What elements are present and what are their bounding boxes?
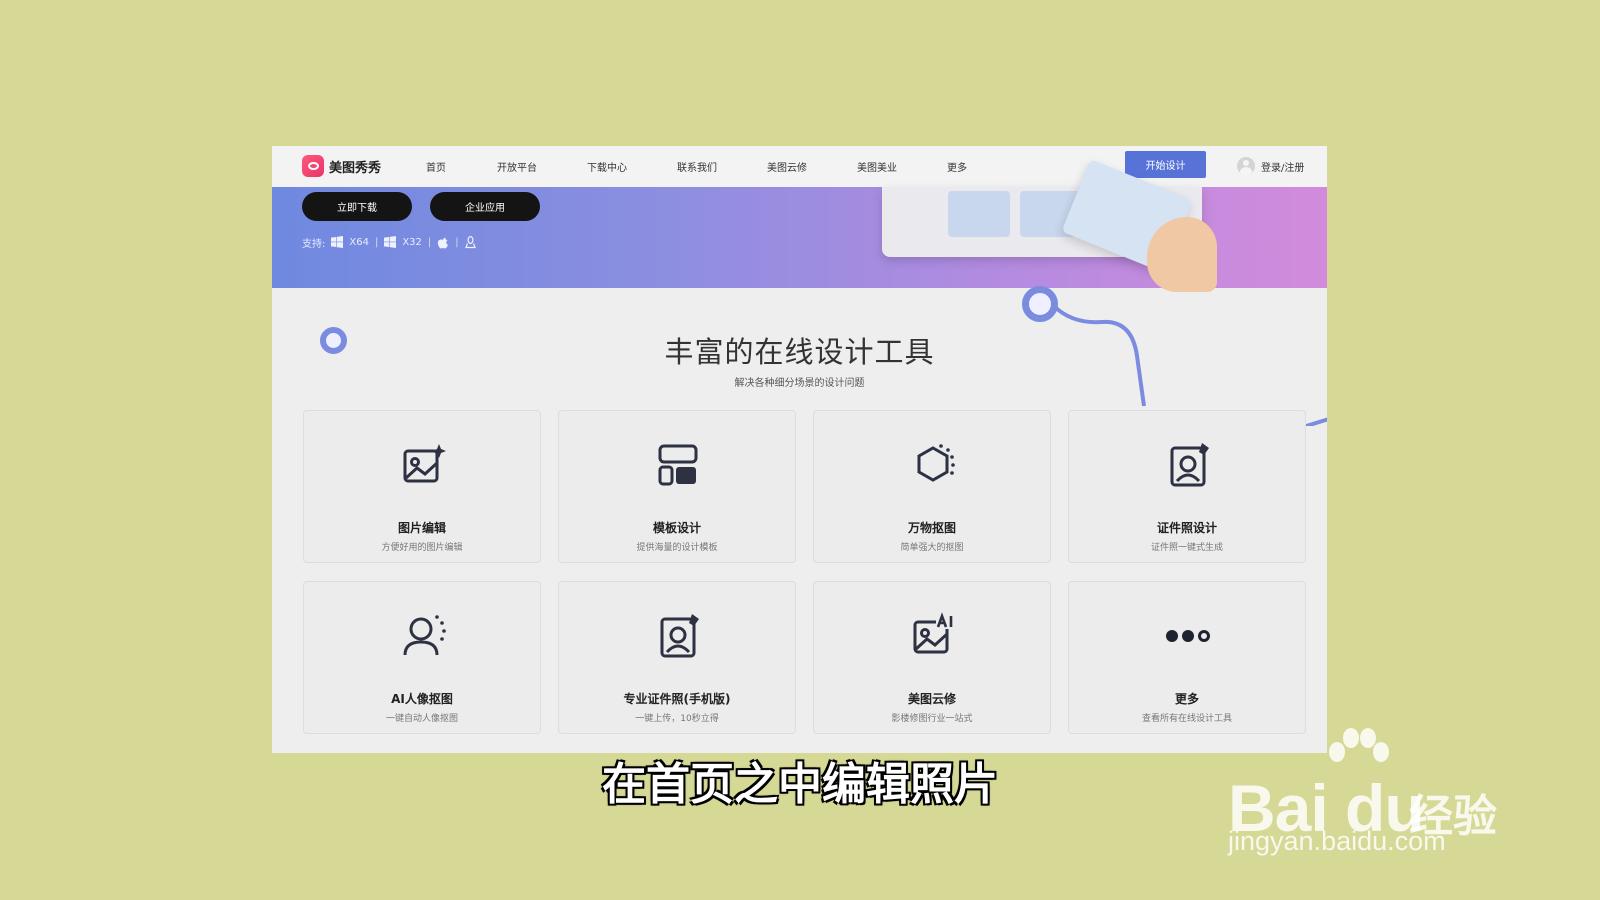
apple-icon	[438, 237, 449, 248]
card-desc: 一键自动人像抠图	[385, 714, 458, 724]
top-nav: 美图秀秀 首页 开放平台 下载中心 联系我们 美图云修 美图美业 更多 开始设计…	[272, 146, 1327, 188]
tool-card-cutout[interactable]: 万物抠图 简单强大的抠图	[813, 410, 1051, 563]
image-edit-icon	[403, 444, 446, 483]
meitu-logo-icon	[302, 155, 324, 177]
nav-menu: 首页 开放平台 下载中心 联系我们 美图云修 美图美业 更多	[426, 146, 987, 187]
card-title: 证件照设计	[1156, 521, 1217, 535]
card-title: 专业证件照(手机版)	[623, 692, 731, 706]
logo-text: 美图秀秀	[329, 160, 382, 176]
tool-card-ai-portrait[interactable]: AI人像抠图 一键自动人像抠图	[303, 581, 541, 734]
nav-item-contact[interactable]: 联系我们	[677, 159, 767, 174]
ai-image-icon	[913, 612, 956, 654]
hand-illustration	[1147, 217, 1217, 292]
avatar-icon	[1237, 157, 1255, 175]
separator: |	[374, 236, 379, 248]
nav-item-download-center[interactable]: 下载中心	[587, 159, 677, 174]
tool-card-template[interactable]: 模板设计 提供海量的设计模板	[558, 410, 796, 563]
cutout-icon	[917, 444, 955, 482]
more-icon	[1166, 630, 1210, 642]
start-design-button[interactable]: 开始设计	[1125, 151, 1206, 178]
tool-card-image-edit[interactable]: 图片编辑 方便好用的图片编辑	[303, 410, 541, 563]
card-title: 模板设计	[652, 521, 701, 535]
section-subtitle: 解决各种细分场景的设计问题	[734, 378, 865, 389]
login-link[interactable]: 登录/注册	[1237, 155, 1304, 177]
card-title: 万物抠图	[907, 521, 956, 535]
card-desc: 提供海量的设计模板	[636, 543, 718, 553]
windows-icon	[384, 236, 397, 248]
nav-item-open-platform[interactable]: 开放平台	[497, 159, 587, 174]
card-desc: 查看所有在线设计工具	[1141, 714, 1232, 724]
tool-card-more[interactable]: 更多 查看所有在线设计工具	[1068, 581, 1306, 734]
card-desc: 一键上传，10秒立得	[635, 714, 719, 724]
card-title: 更多	[1174, 692, 1199, 706]
card-desc: 方便好用的图片编辑	[381, 543, 463, 553]
enterprise-button[interactable]: 企业应用	[430, 192, 540, 221]
portrait-cutout-icon	[403, 615, 446, 656]
browser-screen: 美图秀秀 首页 开放平台 下载中心 联系我们 美图云修 美图美业 更多 开始设计…	[272, 146, 1327, 753]
tool-card-pro-id-photo[interactable]: 专业证件照(手机版) 一键上传，10秒立得	[558, 581, 796, 734]
support-label: 支持:	[302, 238, 326, 250]
card-title: AI人像抠图	[391, 692, 453, 706]
logo[interactable]: 美图秀秀	[302, 154, 381, 178]
template-icon	[658, 444, 698, 486]
nav-item-beauty[interactable]: 美图美业	[857, 159, 947, 174]
separator: |	[427, 236, 432, 248]
nav-item-cloud-retouch[interactable]: 美图云修	[767, 159, 857, 174]
tool-card-id-photo[interactable]: 证件照设计 证件照一键式生成	[1068, 410, 1306, 563]
card-title: 美图云修	[907, 692, 956, 706]
platform-x64: X64	[349, 236, 369, 248]
windows-icon	[331, 236, 344, 248]
platform-support: 支持: X64 | X32 | |	[302, 234, 476, 250]
tool-card-cloud-retouch[interactable]: 美图云修 影楼修图行业一站式	[813, 581, 1051, 734]
card-title: 图片编辑	[397, 521, 446, 535]
card-desc: 简单强大的抠图	[900, 543, 964, 553]
linux-icon	[464, 235, 476, 248]
download-now-button[interactable]: 立即下载	[302, 192, 412, 221]
card-desc: 影楼修图行业一站式	[891, 714, 973, 724]
platform-x32: X32	[402, 236, 422, 248]
nav-item-more[interactable]: 更多	[947, 159, 987, 174]
section-title: 丰富的在线设计工具	[664, 335, 935, 369]
pro-id-photo-icon	[660, 614, 699, 658]
card-desc: 证件照一键式生成	[1150, 543, 1223, 553]
nav-item-home[interactable]: 首页	[426, 159, 497, 174]
layout-tile-icon	[948, 191, 1010, 237]
login-label: 登录/注册	[1261, 162, 1305, 174]
hero-banner: 立即下载 企业应用 支持: X64 | X32 | |	[272, 159, 1327, 292]
separator: |	[455, 236, 459, 248]
watermark-url: jingyan.baidu.com	[1228, 826, 1446, 856]
baidu-watermark: Bai du 经验 jingyan.baidu.com	[1228, 726, 1548, 866]
id-photo-icon	[1170, 443, 1209, 487]
